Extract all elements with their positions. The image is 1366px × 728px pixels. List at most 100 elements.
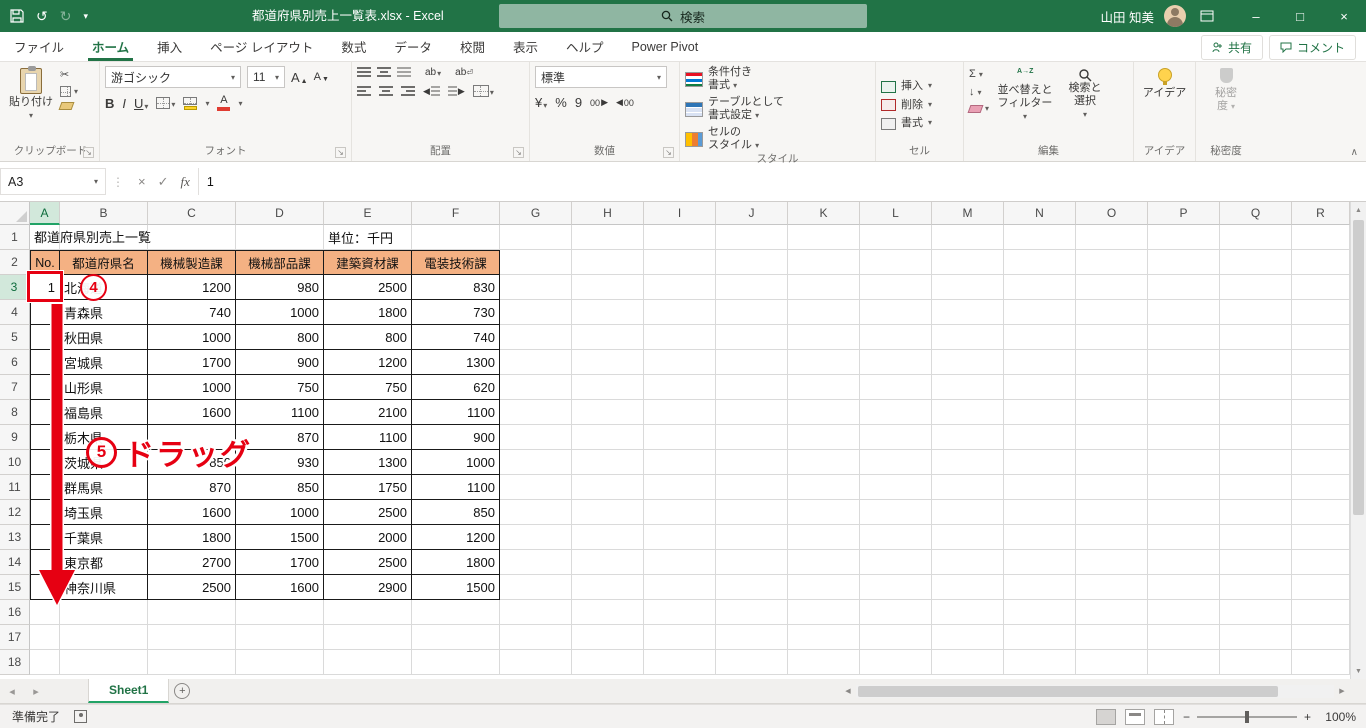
cell-R6[interactable] <box>1292 350 1350 375</box>
cell-I12[interactable] <box>644 500 716 525</box>
cell-F14[interactable]: 1800 <box>412 550 500 575</box>
cell-M6[interactable] <box>932 350 1004 375</box>
new-sheet-button[interactable]: + <box>169 679 195 703</box>
cell-G1[interactable] <box>500 225 572 250</box>
column-header-O[interactable]: O <box>1076 202 1148 225</box>
cell-B18[interactable] <box>60 650 148 675</box>
sort-filter-button[interactable]: A→Z 並べ替えと フィルター ▾ <box>994 66 1056 123</box>
cell-O17[interactable] <box>1076 625 1148 650</box>
fill-color-button[interactable] <box>183 96 198 110</box>
cell-Q17[interactable] <box>1220 625 1292 650</box>
cell-N8[interactable] <box>1004 400 1076 425</box>
cell-R11[interactable] <box>1292 475 1350 500</box>
cell-Q1[interactable] <box>1220 225 1292 250</box>
accessibility-icon[interactable] <box>74 710 88 723</box>
ribbon-tab-校閲[interactable]: 校閲 <box>446 32 499 61</box>
cell-N15[interactable] <box>1004 575 1076 600</box>
cell-R1[interactable] <box>1292 225 1350 250</box>
cell-E7[interactable]: 750 <box>324 375 412 400</box>
cell-C7[interactable]: 1000 <box>148 375 236 400</box>
cell-M18[interactable] <box>932 650 1004 675</box>
ribbon-tab-ホーム[interactable]: ホーム <box>78 32 143 61</box>
cell-I4[interactable] <box>644 300 716 325</box>
ribbon-tab-ページ レイアウト[interactable]: ページ レイアウト <box>196 32 327 61</box>
cell-I3[interactable] <box>644 275 716 300</box>
cell-J12[interactable] <box>716 500 788 525</box>
cell-A5[interactable] <box>30 325 60 350</box>
cell-D3[interactable]: 980 <box>236 275 324 300</box>
cell-C8[interactable]: 1600 <box>148 400 236 425</box>
cell-H11[interactable] <box>572 475 644 500</box>
cell-Q10[interactable] <box>1220 450 1292 475</box>
cell-C9[interactable] <box>148 425 236 450</box>
cell-H5[interactable] <box>572 325 644 350</box>
cell-G11[interactable] <box>500 475 572 500</box>
number-format-select[interactable]: 標準 ▾ <box>535 66 667 88</box>
cell-D17[interactable] <box>236 625 324 650</box>
cell-B16[interactable] <box>60 600 148 625</box>
horizontal-scroll-thumb[interactable] <box>858 685 1278 697</box>
cell-D16[interactable] <box>236 600 324 625</box>
cell-A9[interactable] <box>30 425 60 450</box>
cell-L5[interactable] <box>860 325 932 350</box>
search-box[interactable]: 検索 <box>499 4 867 28</box>
merge-center-button[interactable]: ▾ <box>472 85 494 97</box>
align-right-button[interactable] <box>401 85 415 97</box>
align-center-button[interactable] <box>379 85 393 97</box>
sheet-tab-sheet1[interactable]: Sheet1 <box>88 679 170 703</box>
cell-P9[interactable] <box>1148 425 1220 450</box>
column-header-R[interactable]: R <box>1292 202 1350 225</box>
cell-F13[interactable]: 1200 <box>412 525 500 550</box>
clipboard-dialog-launcher[interactable]: ↘ <box>83 147 94 158</box>
row-header-16[interactable]: 16 <box>0 600 30 625</box>
cell-P5[interactable] <box>1148 325 1220 350</box>
cell-K17[interactable] <box>788 625 860 650</box>
cell-C17[interactable] <box>148 625 236 650</box>
cell-I11[interactable] <box>644 475 716 500</box>
cell-F18[interactable] <box>412 650 500 675</box>
cell-O16[interactable] <box>1076 600 1148 625</box>
cell-Q15[interactable] <box>1220 575 1292 600</box>
cell-H9[interactable] <box>572 425 644 450</box>
cell-F11[interactable]: 1100 <box>412 475 500 500</box>
sheet-nav-left-button[interactable]: ◂ <box>0 679 24 703</box>
cell-K15[interactable] <box>788 575 860 600</box>
cell-E15[interactable]: 2900 <box>324 575 412 600</box>
currency-format-button[interactable]: ¥ ▾ <box>535 95 547 110</box>
cell-H7[interactable] <box>572 375 644 400</box>
cell-O1[interactable] <box>1076 225 1148 250</box>
percent-format-button[interactable]: % <box>555 95 567 110</box>
cell-G16[interactable] <box>500 600 572 625</box>
cell-C1[interactable] <box>148 225 236 250</box>
cell-I13[interactable] <box>644 525 716 550</box>
cell-L10[interactable] <box>860 450 932 475</box>
cell-G4[interactable] <box>500 300 572 325</box>
row-header-11[interactable]: 11 <box>0 475 30 500</box>
cell-E6[interactable]: 1200 <box>324 350 412 375</box>
cell-G17[interactable] <box>500 625 572 650</box>
cell-F7[interactable]: 620 <box>412 375 500 400</box>
cell-R15[interactable] <box>1292 575 1350 600</box>
row-header-17[interactable]: 17 <box>0 625 30 650</box>
cell-B7[interactable]: 山形県 <box>60 375 148 400</box>
cell-R16[interactable] <box>1292 600 1350 625</box>
cell-B15[interactable]: 神奈川県 <box>60 575 148 600</box>
cell-K14[interactable] <box>788 550 860 575</box>
cell-G2[interactable] <box>500 250 572 275</box>
cell-G15[interactable] <box>500 575 572 600</box>
column-header-B[interactable]: B <box>60 202 148 225</box>
cell-N17[interactable] <box>1004 625 1076 650</box>
cell-L16[interactable] <box>860 600 932 625</box>
cell-Q9[interactable] <box>1220 425 1292 450</box>
cell-styles-button[interactable]: セルの スタイル ▾ <box>685 126 759 152</box>
cell-M7[interactable] <box>932 375 1004 400</box>
cell-A18[interactable] <box>30 650 60 675</box>
cell-Q14[interactable] <box>1220 550 1292 575</box>
fill-button[interactable]: ↓ ▾ <box>969 86 989 98</box>
cell-P12[interactable] <box>1148 500 1220 525</box>
cell-H13[interactable] <box>572 525 644 550</box>
page-break-view-button[interactable] <box>1153 708 1174 725</box>
cell-B17[interactable] <box>60 625 148 650</box>
cell-B3[interactable]: 北海道 <box>60 275 148 300</box>
cell-L7[interactable] <box>860 375 932 400</box>
